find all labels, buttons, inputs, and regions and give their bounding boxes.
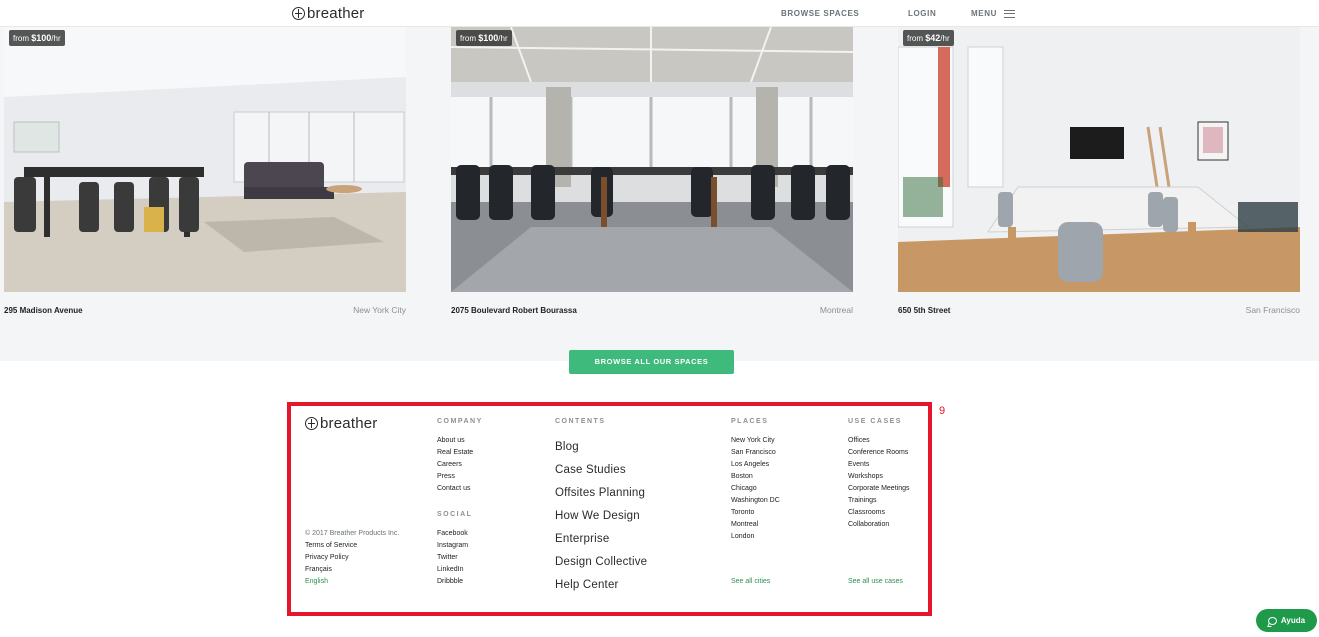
city-link[interactable]: San Francisco (731, 447, 780, 459)
nav-login[interactable]: LOGIN (908, 9, 936, 18)
space-card[interactable]: from $100/hr 295 Madison Avenue New York… (4, 27, 406, 315)
use-case-link[interactable]: Offices (848, 435, 909, 447)
language-english-link[interactable]: English (305, 576, 399, 588)
city-link[interactable]: Boston (731, 471, 780, 483)
space-address[interactable]: 650 5th Street (898, 306, 950, 315)
help-label: Ayuda (1280, 616, 1306, 625)
space-photo-image (4, 27, 406, 292)
use-case-link[interactable]: Trainings (848, 495, 909, 507)
footer-link[interactable]: LinkedIn (437, 564, 468, 576)
logo-text: breather (307, 5, 365, 22)
places-links: New York City San Francisco Los Angeles … (731, 435, 780, 543)
copyright: © 2017 Breather Products Inc. (305, 530, 400, 537)
price-badge: from $100/hr (9, 30, 65, 46)
use-case-link[interactable]: Workshops (848, 471, 909, 483)
nav-menu[interactable]: MENU (971, 9, 1015, 18)
footer-link[interactable]: Instagram (437, 540, 468, 552)
footer-link[interactable]: Dribbble (437, 576, 468, 588)
space-address[interactable]: 2075 Boulevard Robert Bourassa (451, 306, 577, 315)
hamburger-icon (1003, 9, 1015, 18)
space-photo-image (451, 27, 853, 292)
space-photo[interactable]: from $100/hr (451, 27, 853, 292)
contents-link[interactable]: Offsites Planning (555, 482, 647, 505)
space-city: San Francisco (1245, 305, 1300, 315)
see-all-use-cases-link[interactable]: See all use cases (848, 578, 903, 585)
nav-browse-spaces[interactable]: BROWSE SPACES (781, 9, 859, 18)
space-card[interactable]: from $42/hr 650 5th Street San Francisco (898, 27, 1300, 315)
space-photo-image (898, 27, 1300, 292)
use-case-link[interactable]: Conference Rooms (848, 447, 909, 459)
footer-link[interactable]: Facebook (437, 528, 468, 540)
footer-link[interactable]: About us (437, 435, 473, 447)
space-address[interactable]: 295 Madison Avenue (4, 306, 83, 315)
price-badge: from $100/hr (456, 30, 512, 46)
space-card[interactable]: from $100/hr 2075 Boulevard Robert Boura… (451, 27, 853, 315)
browse-all-spaces-button[interactable]: BROWSE ALL OUR SPACES (569, 350, 734, 374)
use-case-link[interactable]: Collaboration (848, 519, 909, 531)
legal-links: © 2017 Breather Products Inc. Terms of S… (305, 528, 399, 588)
company-links: About us Real Estate Careers Press Conta… (437, 435, 473, 495)
footer-link[interactable]: Careers (437, 459, 473, 471)
contents-link[interactable]: Case Studies (555, 459, 647, 482)
space-photo[interactable]: from $42/hr (898, 27, 1300, 292)
city-link[interactable]: Toronto (731, 507, 780, 519)
city-link[interactable]: Montreal (731, 519, 780, 531)
language-french-link[interactable]: Français (305, 564, 399, 576)
footer-breather-logo[interactable]: breather (305, 415, 377, 432)
social-heading: SOCIAL (437, 511, 473, 518)
footer-link[interactable]: Contact us (437, 483, 473, 495)
contents-link[interactable]: Enterprise (555, 528, 647, 551)
contents-links: Blog Case Studies Offsites Planning How … (555, 436, 647, 597)
contents-link[interactable]: How We Design (555, 505, 647, 528)
city-link[interactable]: Chicago (731, 483, 780, 495)
use-case-link[interactable]: Classrooms (848, 507, 909, 519)
city-link[interactable]: Los Angeles (731, 459, 780, 471)
social-links: Facebook Instagram Twitter LinkedIn Drib… (437, 528, 468, 588)
use-cases-heading: USE CASES (848, 418, 902, 425)
terms-link[interactable]: Terms of Service (305, 540, 399, 552)
city-link[interactable]: Washington DC (731, 495, 780, 507)
contents-link[interactable]: Design Collective (555, 551, 647, 574)
see-all-cities-link[interactable]: See all cities (731, 578, 770, 585)
city-link[interactable]: London (731, 531, 780, 543)
city-link[interactable]: New York City (731, 435, 780, 447)
space-photo[interactable]: from $100/hr (4, 27, 406, 292)
price-badge: from $42/hr (903, 30, 954, 46)
annotation-tag: 9 (939, 405, 946, 417)
nav-menu-label: MENU (971, 9, 997, 18)
use-cases-links: Offices Conference Rooms Events Workshop… (848, 435, 909, 531)
use-case-link[interactable]: Events (848, 459, 909, 471)
footer-link[interactable]: Real Estate (437, 447, 473, 459)
breather-logo-icon (305, 417, 318, 430)
contents-heading: CONTENTS (555, 418, 606, 425)
space-city: New York City (353, 305, 406, 315)
top-header: breather BROWSE SPACES LOGIN MENU (0, 0, 1319, 27)
contents-link[interactable]: Help Center (555, 574, 647, 597)
company-heading: COMPANY (437, 418, 483, 425)
breather-logo-icon (292, 7, 305, 20)
breather-logo[interactable]: breather (292, 5, 364, 22)
use-case-link[interactable]: Corporate Meetings (848, 483, 909, 495)
help-chat-button[interactable]: Ayuda (1256, 609, 1317, 632)
footer-link[interactable]: Press (437, 471, 473, 483)
space-city: Montreal (819, 305, 853, 315)
chat-bubble-icon (1267, 616, 1277, 625)
contents-link[interactable]: Blog (555, 436, 647, 459)
featured-spaces: from $100/hr 295 Madison Avenue New York… (0, 27, 1319, 361)
logo-text: breather (320, 415, 378, 432)
privacy-link[interactable]: Privacy Policy (305, 552, 399, 564)
footer-link[interactable]: Twitter (437, 552, 468, 564)
places-heading: PLACES (731, 418, 769, 425)
